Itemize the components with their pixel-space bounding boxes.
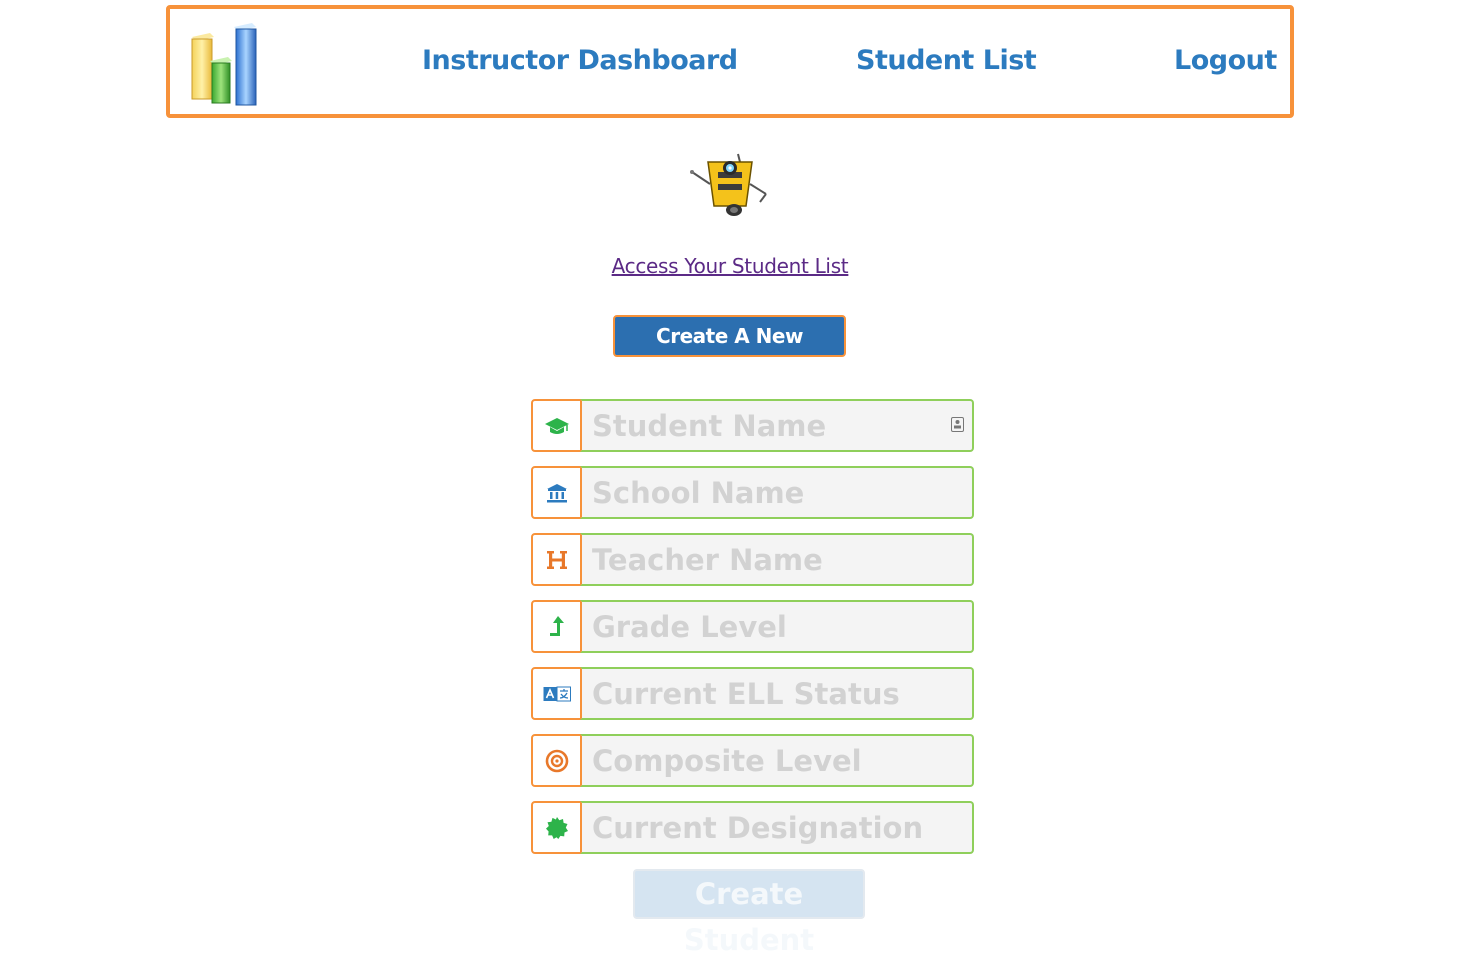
- bullseye-icon: [545, 749, 568, 772]
- nav-link-logout[interactable]: Logout: [1174, 45, 1277, 77]
- teacher-name-input[interactable]: [580, 533, 974, 586]
- translate-icon: [543, 686, 571, 701]
- contact-card-icon[interactable]: [951, 417, 964, 432]
- bar-chart-logo-icon[interactable]: [184, 19, 272, 107]
- grade-level-row: [531, 600, 974, 653]
- nav-link-instructor-dashboard[interactable]: Instructor Dashboard: [422, 45, 738, 77]
- ell-status-row: [531, 667, 974, 720]
- student-name-row: [531, 399, 974, 452]
- composite-level-addon: [531, 734, 582, 787]
- top-navbar: Instructor Dashboard Student List Logout: [166, 5, 1294, 118]
- level-up-icon: [549, 615, 564, 636]
- ell-status-addon: [531, 667, 582, 720]
- grade-level-addon: [531, 600, 582, 653]
- header-h-icon: [546, 550, 567, 569]
- student-name-addon: [531, 399, 582, 452]
- create-student-submit-button[interactable]: Create Student: [633, 869, 865, 957]
- school-name-addon: [531, 466, 582, 519]
- graduation-cap-icon: [544, 417, 569, 434]
- teacher-name-addon: [531, 533, 582, 586]
- school-name-input[interactable]: [580, 466, 974, 519]
- certificate-icon: [545, 816, 568, 839]
- composite-level-row: [531, 734, 974, 787]
- grade-level-input[interactable]: [580, 600, 974, 653]
- teacher-name-row: [531, 533, 974, 586]
- ell-status-input[interactable]: [580, 667, 974, 720]
- school-name-row: [531, 466, 974, 519]
- access-student-list-link[interactable]: Access Your Student List: [0, 254, 1460, 278]
- create-new-student-button[interactable]: Create A New Student: [613, 315, 846, 386]
- current-designation-row: [531, 801, 974, 854]
- current-designation-input[interactable]: [580, 801, 974, 854]
- robot-mascot-icon: [690, 153, 767, 216]
- student-name-input[interactable]: [580, 399, 974, 452]
- composite-level-input[interactable]: [580, 734, 974, 787]
- current-designation-addon: [531, 801, 582, 854]
- nav-link-student-list[interactable]: Student List: [856, 45, 1037, 77]
- bank-icon: [546, 483, 567, 502]
